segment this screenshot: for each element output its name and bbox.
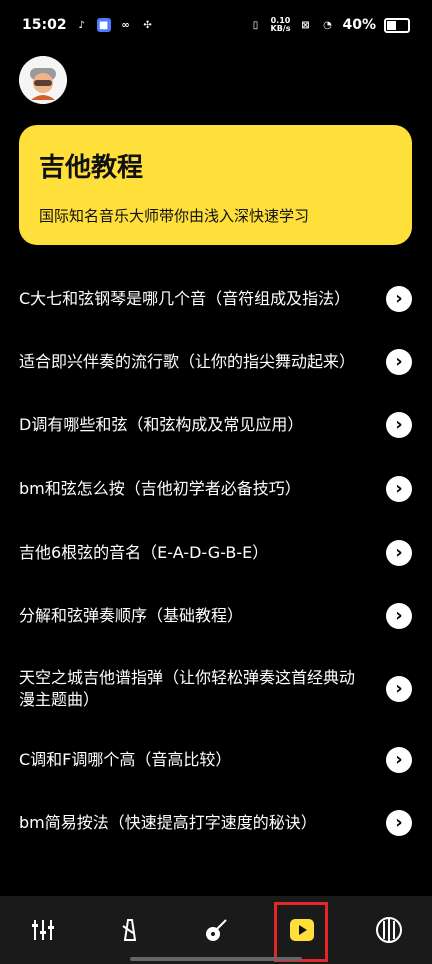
hero-subtitle: 国际知名音乐大师带你由浅入深快速学习: [39, 207, 310, 225]
chevron-right-icon[interactable]: ›: [386, 476, 412, 502]
vibrate-icon: ▯: [252, 19, 259, 31]
chevron-right-icon[interactable]: ›: [386, 349, 412, 375]
nav-guitar[interactable]: [186, 900, 246, 960]
list-item[interactable]: 适合即兴伴奏的流行歌（让你的指尖舞动起来） ›: [19, 349, 412, 375]
app-notification-icon: ■: [96, 18, 111, 32]
nav-strings[interactable]: [359, 900, 419, 960]
tutorial-list: C大七和弦钢琴是哪几个音（音符组成及指法） › 适合即兴伴奏的流行歌（让你的指尖…: [0, 266, 432, 876]
list-item-text: 分解和弦弹奏顺序（基础教程）: [19, 606, 244, 625]
list-item-text: 适合即兴伴奏的流行歌（让你的指尖舞动起来）: [19, 352, 356, 371]
status-right: ▯ 0.10 KB/s ⊠ ◔ 40%: [249, 16, 410, 33]
list-item[interactable]: C大七和弦钢琴是哪几个音（音符组成及指法） ›: [19, 286, 412, 312]
no-sim-icon: ⊠: [301, 19, 310, 31]
list-item[interactable]: bm简易按法（快速提高打字速度的秘诀） ›: [19, 810, 412, 836]
nav-metronome[interactable]: [100, 900, 160, 960]
avatar[interactable]: [19, 56, 67, 104]
metronome-icon: [115, 915, 145, 945]
nav-mixer[interactable]: [13, 900, 73, 960]
chevron-right-icon[interactable]: ›: [386, 286, 412, 312]
list-item[interactable]: bm和弦怎么按（吉他初学者必备技巧） ›: [19, 476, 412, 502]
status-bar: 15:02 ♪ ■ ∞ ✣ ▯ 0.10 KB/s ⊠ ◔ 40%: [0, 0, 432, 50]
status-left: 15:02 ♪ ■ ∞ ✣: [22, 17, 155, 33]
battery-icon: [384, 17, 410, 33]
gesture-handle: [130, 957, 302, 961]
bottom-navigation: [0, 896, 432, 964]
list-item[interactable]: C调和F调哪个高（音高比较） ›: [19, 747, 412, 773]
list-item[interactable]: 分解和弦弹奏顺序（基础教程） ›: [19, 603, 412, 629]
chevron-right-icon[interactable]: ›: [386, 810, 412, 836]
wifi-icon: ◔: [323, 19, 332, 31]
list-item[interactable]: D调有哪些和弦（和弦构成及常见应用） ›: [19, 412, 412, 438]
fan-icon: ✣: [143, 19, 152, 31]
list-item[interactable]: 吉他6根弦的音名（E-A-D-G-B-E） ›: [19, 540, 412, 566]
mixer-sliders-icon: [28, 915, 58, 945]
chevron-right-icon[interactable]: ›: [386, 412, 412, 438]
list-item[interactable]: 天空之城吉他谱指弹（让你轻松弹奏这首经典动漫主题曲） ›: [19, 667, 412, 711]
network-speed: 0.10 KB/s: [270, 16, 291, 33]
battery-text: 40%: [342, 17, 376, 33]
list-item-text: C调和F调哪个高（音高比较）: [19, 750, 232, 769]
hero-title: 吉他教程: [39, 153, 144, 183]
list-item-text: bm简易按法（快速提高打字速度的秘诀）: [19, 813, 317, 832]
chevron-right-icon[interactable]: ›: [386, 676, 412, 702]
chevron-right-icon[interactable]: ›: [386, 603, 412, 629]
list-item-text: bm和弦怎么按（吉他初学者必备技巧）: [19, 479, 301, 498]
selected-highlight: [274, 902, 329, 962]
nav-play[interactable]: [272, 900, 332, 962]
list-item-text: D调有哪些和弦（和弦构成及常见应用）: [19, 415, 304, 434]
chevron-right-icon[interactable]: ›: [386, 747, 412, 773]
list-item-text: C大七和弦钢琴是哪几个音（音符组成及指法）: [19, 289, 351, 308]
hero-card[interactable]: 吉他教程 国际知名音乐大师带你由浅入深快速学习: [19, 125, 412, 245]
list-item-text: 吉他6根弦的音名（E-A-D-G-B-E）: [19, 543, 269, 562]
link-icon: ∞: [121, 19, 130, 31]
strings-icon: [374, 915, 404, 945]
guitar-icon: [201, 915, 231, 945]
chevron-right-icon[interactable]: ›: [386, 540, 412, 566]
avatar-illustration-icon: [19, 56, 67, 104]
tiktok-icon: ♪: [78, 19, 85, 31]
status-time: 15:02: [22, 17, 67, 33]
list-item-text: 天空之城吉他谱指弹（让你轻松弹奏这首经典动漫主题曲）: [19, 668, 356, 709]
